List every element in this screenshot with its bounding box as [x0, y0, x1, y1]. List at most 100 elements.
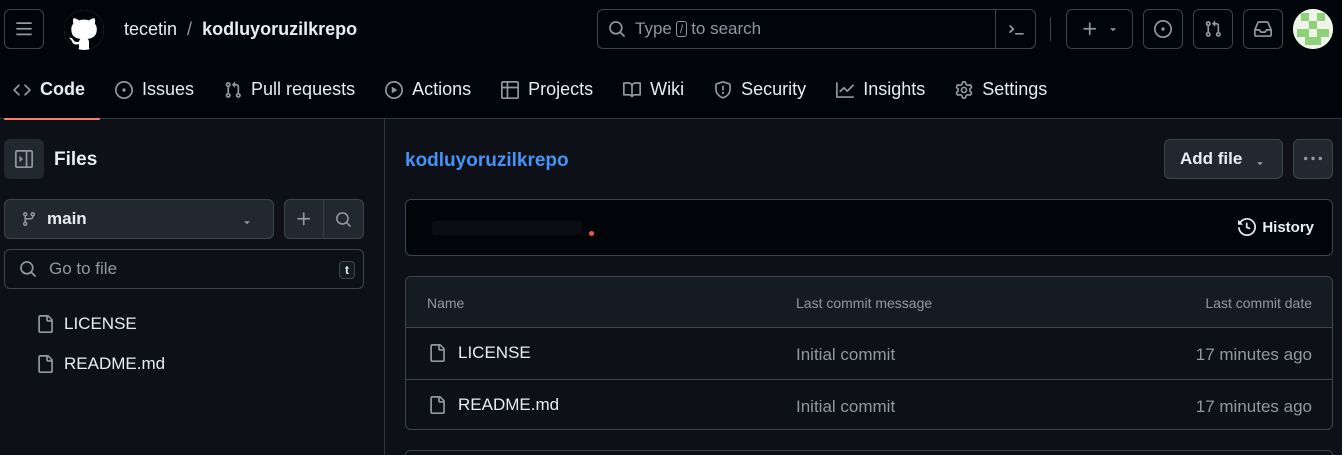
code-icon — [13, 83, 31, 96]
table-row: LICENSE Initial commit 17 minutes ago — [406, 328, 1332, 379]
github-logo[interactable] — [64, 10, 104, 50]
commit-date: 17 minutes ago — [1195, 397, 1312, 416]
column-header-message: Last commit message — [796, 295, 933, 311]
inbox-icon — [1254, 21, 1272, 37]
table-header: Name Last commit message Last commit dat… — [406, 277, 1332, 328]
tab-code[interactable]: Code — [0, 60, 100, 120]
history-label: History — [1262, 218, 1314, 236]
play-icon — [385, 80, 404, 99]
user-avatar[interactable] — [1293, 9, 1333, 49]
repo-nav-tabs: Code Issues Pull requests Actions Projec… — [0, 60, 1062, 120]
history-icon — [1238, 218, 1257, 236]
header-divider — [1050, 17, 1051, 41]
tab-settings[interactable]: Settings — [940, 60, 1062, 119]
latest-commit-loading — [432, 221, 582, 235]
repo-name-link[interactable]: kodluyoruzilkrepo — [405, 150, 569, 172]
hamburger-icon — [16, 22, 32, 36]
tab-actions[interactable]: Actions — [370, 60, 486, 119]
add-file-tree-button[interactable] — [285, 200, 324, 238]
graph-icon — [836, 81, 855, 98]
search-code-button[interactable] — [324, 200, 363, 238]
plus-icon — [1082, 22, 1096, 36]
shield-icon — [715, 80, 732, 99]
tree-item-license[interactable]: LICENSE — [36, 314, 137, 334]
search-placeholder-after: to search — [691, 19, 762, 38]
issue-opened-icon — [1154, 20, 1172, 38]
tab-insights-label: Insights — [863, 79, 926, 99]
tree-item-readme[interactable]: README.md — [36, 354, 165, 374]
tab-security[interactable]: Security — [699, 60, 821, 119]
gear-icon — [955, 80, 973, 99]
add-file-label: Add file — [1180, 149, 1243, 168]
tab-issues[interactable]: Issues — [100, 60, 209, 119]
breadcrumb-owner[interactable]: tecetin — [124, 19, 177, 40]
search-shortcut-key: / — [675, 21, 688, 37]
git-branch-icon — [22, 212, 35, 227]
issues-button[interactable] — [1143, 9, 1183, 49]
breadcrumb-separator: / — [187, 19, 193, 39]
go-to-file-shortcut: t — [339, 261, 355, 279]
file-icon — [430, 344, 445, 362]
git-pull-request-icon — [225, 81, 241, 98]
global-header: tecetin / kodluyoruzilkrepo Type / to se… — [0, 0, 1342, 120]
column-header-name: Name — [427, 295, 465, 311]
file-name: LICENSE — [458, 343, 531, 362]
tab-security-label: Security — [741, 79, 807, 99]
tab-pull-requests-label: Pull requests — [251, 79, 356, 99]
file-name: README.md — [458, 395, 560, 414]
table-icon — [501, 80, 520, 99]
tab-code-label: Code — [40, 79, 85, 99]
add-file-button[interactable]: Add file — [1164, 139, 1283, 179]
file-link[interactable]: README.md — [428, 395, 559, 415]
tab-projects-label: Projects — [528, 79, 594, 99]
triangle-down-icon — [1257, 162, 1263, 166]
latest-commit-box: History — [405, 199, 1333, 256]
plus-icon — [297, 212, 311, 226]
book-icon — [623, 81, 642, 97]
branch-name: main — [47, 209, 87, 228]
more-options-button[interactable] — [1293, 139, 1333, 179]
commit-message-link[interactable]: Initial commit — [796, 345, 895, 365]
column-header-date: Last commit date — [1205, 295, 1312, 311]
menu-button[interactable] — [4, 9, 44, 49]
triangle-down-icon — [244, 221, 250, 225]
readme-box-edge — [405, 450, 1333, 455]
tab-insights[interactable]: Insights — [821, 60, 940, 119]
search-placeholder: Type / to search — [635, 19, 761, 39]
tab-wiki[interactable]: Wiki — [608, 60, 699, 119]
search-input[interactable]: Type / to search — [597, 9, 1036, 49]
collapse-file-tree-button[interactable] — [4, 139, 44, 179]
search-icon — [609, 21, 625, 37]
command-palette-button[interactable] — [995, 10, 1035, 48]
file-tree-sidebar: Files main Go to file t LICENSE README.m… — [0, 119, 385, 455]
commit-message-link[interactable]: Initial commit — [796, 397, 895, 417]
go-to-file-input[interactable]: Go to file t — [4, 249, 364, 289]
commit-status-dot — [589, 231, 594, 236]
branch-selector[interactable]: main — [4, 199, 274, 239]
file-table: Name Last commit message Last commit dat… — [405, 276, 1333, 430]
breadcrumb: tecetin / kodluyoruzilkrepo — [124, 19, 357, 40]
sidebar-collapse-icon — [15, 150, 33, 168]
kebab-horizontal-icon — [1304, 156, 1322, 161]
tab-settings-label: Settings — [982, 79, 1048, 99]
tab-pull-requests[interactable]: Pull requests — [209, 60, 370, 119]
tab-issues-label: Issues — [142, 79, 195, 99]
issue-opened-icon — [115, 80, 133, 99]
tree-actions-group — [284, 199, 364, 239]
history-button[interactable]: History — [1238, 218, 1314, 236]
tab-projects[interactable]: Projects — [486, 60, 608, 119]
file-icon — [38, 315, 53, 333]
identicon-icon — [1293, 9, 1333, 49]
tree-item-label: README.md — [64, 354, 166, 373]
pull-requests-button[interactable] — [1193, 9, 1233, 49]
file-link[interactable]: LICENSE — [428, 343, 531, 363]
files-heading: Files — [54, 149, 98, 170]
inbox-button[interactable] — [1243, 9, 1283, 49]
breadcrumb-repo[interactable]: kodluyoruzilkrepo — [202, 19, 357, 40]
tab-actions-label: Actions — [412, 79, 472, 99]
triangle-down-icon — [1109, 28, 1116, 32]
terminal-icon — [1008, 25, 1024, 35]
create-new-button[interactable] — [1066, 9, 1133, 49]
commit-date: 17 minutes ago — [1195, 345, 1312, 364]
table-row: README.md Initial commit 17 minutes ago — [406, 379, 1332, 429]
